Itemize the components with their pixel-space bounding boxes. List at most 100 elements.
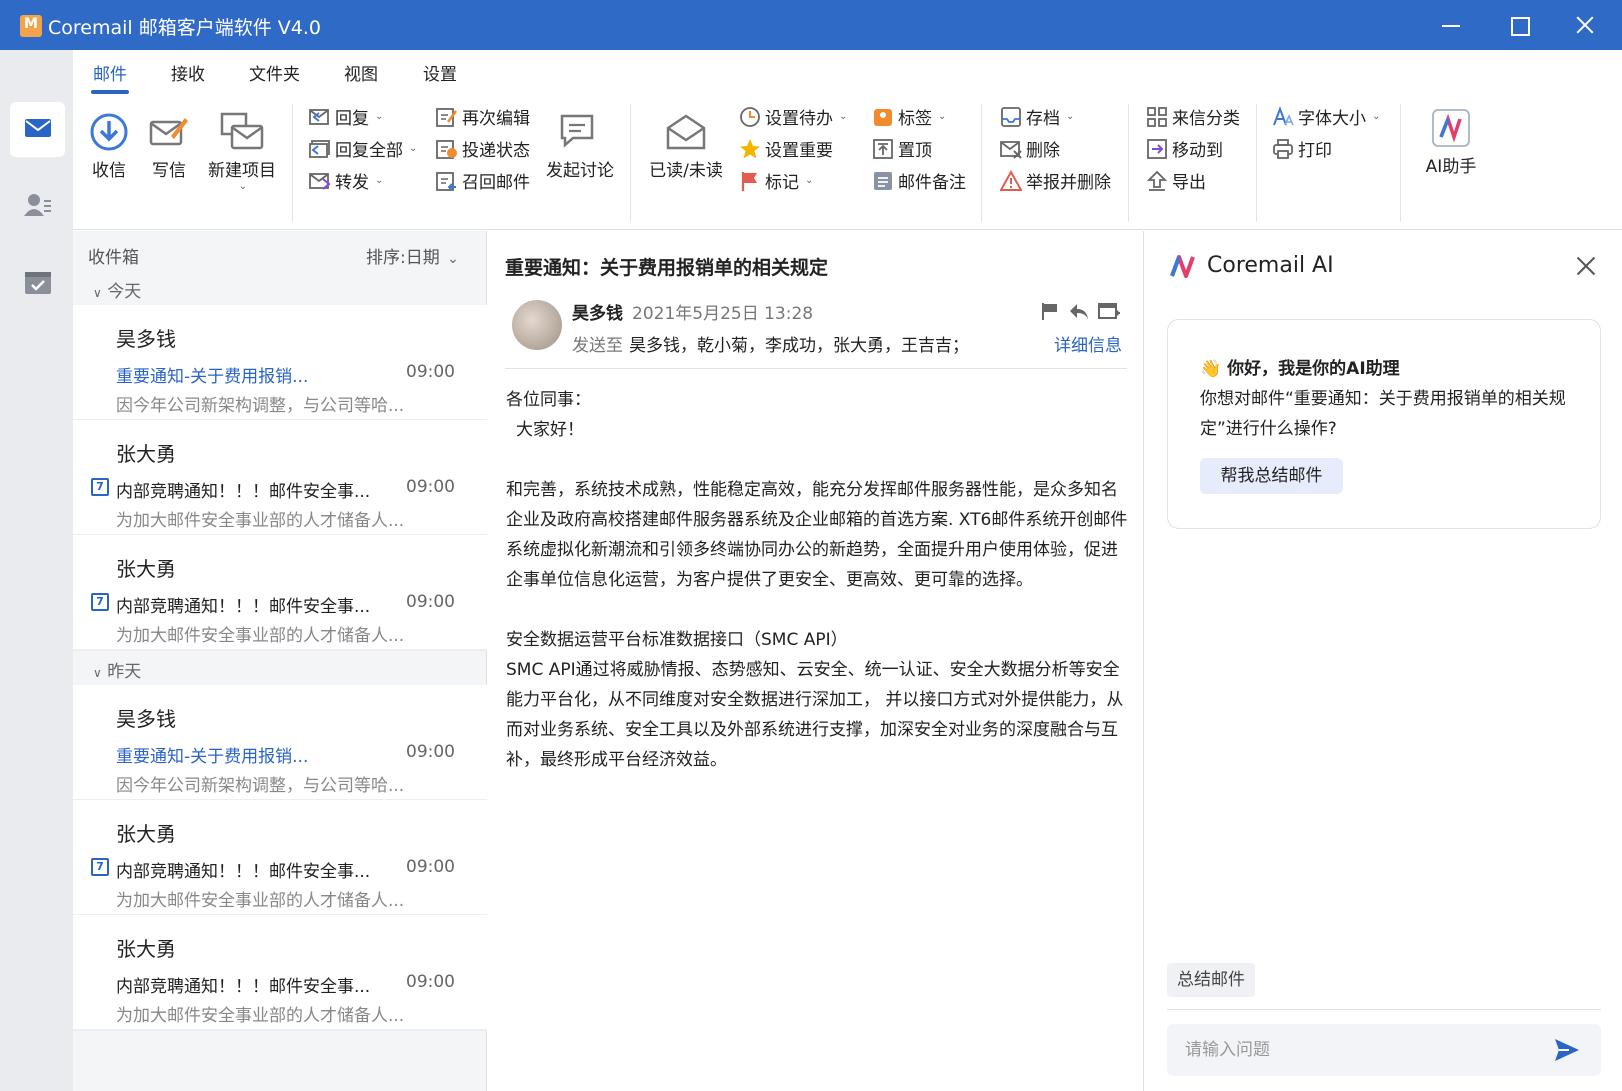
reply-arrow-icon[interactable] [1068, 301, 1090, 321]
report-delete-button[interactable]: 举报并删除 [1000, 168, 1111, 193]
set-important-button[interactable]: 设置重要 [739, 136, 833, 161]
export-label: 导出 [1172, 173, 1206, 193]
details-link[interactable]: 详细信息 [1054, 331, 1122, 356]
tag-button[interactable]: 标签 ⌄ [872, 104, 946, 129]
reply-dropdown-icon[interactable]: ⌄ [375, 111, 383, 122]
mail-item[interactable]: 昊多钱 重要通知-关于费用报销... 09:00 因今年公司新架构调整，与公司等… [73, 685, 487, 801]
clock-icon [740, 106, 760, 127]
archive-dropdown-icon[interactable]: ⌄ [1066, 111, 1074, 122]
close-ai-pane-button[interactable] [1573, 253, 1599, 279]
mail-subject: 内部竞聘通知！！！邮件安全事... [116, 862, 371, 882]
compose-button[interactable]: 写信 [149, 112, 189, 181]
new-item-button[interactable]: 新建项目 ⌄ [207, 112, 277, 192]
email-subject: 重要通知：关于费用报销单的相关规定 [505, 257, 829, 279]
move-to-button[interactable]: 移动到 [1146, 136, 1223, 161]
calendar-icon: 7 [91, 593, 109, 611]
nav-mail-button[interactable] [10, 102, 65, 157]
mail-item[interactable]: 张大勇 7 内部竞聘通知！！！邮件安全事... 09:00 为加大邮件安全事业部… [73, 420, 487, 536]
calendar-icon: 7 [91, 478, 109, 496]
new-window-icon[interactable] [1098, 301, 1120, 321]
flag-button[interactable]: 标记 ⌄ [739, 168, 813, 193]
ai-assistant-button[interactable]: AI助手 [1423, 108, 1479, 177]
tab-settings[interactable]: 设置 [423, 60, 457, 85]
summarize-chip[interactable]: 总结邮件 [1167, 963, 1255, 997]
mail-sender: 张大勇 [116, 822, 176, 846]
group-today[interactable]: ∨ 今天 [93, 277, 141, 302]
mail-item[interactable]: 昊多钱 重要通知-关于费用报销... 09:00 因今年公司新架构调整，与公司等… [73, 305, 487, 421]
read-unread-button[interactable]: 已读/未读 [646, 112, 726, 181]
ai-question-input[interactable] [1167, 1024, 1601, 1076]
mail-item[interactable]: 张大勇 7 内部竞聘通知！！！邮件安全事... 09:00 为加大邮件安全事业部… [73, 800, 487, 916]
new-item-dropdown-icon[interactable]: ⌄ [209, 181, 277, 192]
recall-button[interactable]: 召回邮件 [436, 168, 530, 193]
font-size-dropdown-icon[interactable]: ⌄ [1372, 111, 1380, 122]
ribbon-divider [1128, 104, 1129, 222]
flag-icon[interactable] [1040, 301, 1060, 321]
forward-dropdown-icon[interactable]: ⌄ [375, 175, 383, 186]
body-paragraph: SMC API通过将威胁情报、态势感知、云安全、统一认证、安全大数据分析等安全能… [506, 660, 1124, 770]
calendar-icon: 7 [91, 858, 109, 876]
group-yesterday[interactable]: ∨ 昨天 [93, 657, 141, 682]
mail-time: 09:00 [406, 857, 455, 877]
sort-label: 排序:日期 [366, 248, 440, 268]
reply-icon [309, 108, 329, 125]
new-item-icon [220, 112, 264, 150]
mail-icon [25, 119, 51, 137]
set-todo-dropdown-icon[interactable]: ⌄ [839, 111, 847, 122]
set-todo-button[interactable]: 设置待办 ⌄ [739, 104, 847, 129]
tab-mail[interactable]: 邮件 [91, 60, 129, 94]
mail-subject: 重要通知-关于费用报销... [116, 747, 309, 767]
font-size-button[interactable]: 字体大小 ⌄ [1272, 104, 1380, 129]
nav-contacts-button[interactable] [10, 178, 65, 233]
tag-dropdown-icon[interactable]: ⌄ [938, 111, 946, 122]
printer-icon [1273, 138, 1293, 159]
coremail-ai-logo-icon [1170, 255, 1195, 278]
delivery-status-icon [436, 139, 457, 159]
export-button[interactable]: 导出 [1146, 168, 1206, 193]
pin-button[interactable]: 置顶 [872, 136, 932, 161]
tab-receive[interactable]: 接收 [171, 60, 205, 85]
reply-all-dropdown-icon[interactable]: ⌄ [409, 143, 417, 154]
classify-button[interactable]: 来信分类 [1146, 104, 1240, 129]
email-from[interactable]: 昊多钱 [572, 299, 623, 324]
delete-button[interactable]: 删除 [1000, 136, 1060, 161]
pin-label: 置顶 [898, 141, 932, 161]
move-to-icon [1147, 138, 1167, 159]
tag-label: 标签 [898, 109, 932, 129]
ribbon-divider [1256, 104, 1257, 222]
flag-dropdown-icon[interactable]: ⌄ [805, 175, 813, 186]
summarize-mail-button[interactable]: 帮我总结邮件 [1200, 458, 1343, 494]
tab-view[interactable]: 视图 [344, 60, 378, 85]
chevron-down-icon: ⌄ [447, 251, 459, 267]
email-recipients: 发送至 昊多钱，乾小菊，李成功，张大勇，王吉吉； [572, 331, 969, 356]
reply-all-button[interactable]: 回复全部 ⌄ [309, 136, 417, 161]
sort-dropdown[interactable]: 排序:日期 ⌄ [366, 243, 459, 268]
mail-preview: 为加大邮件安全事业部的人才储备人... [116, 1006, 405, 1026]
print-button[interactable]: 打印 [1272, 136, 1332, 161]
re-edit-button[interactable]: 再次编辑 [436, 104, 530, 129]
mail-item[interactable]: 张大勇 内部竞聘通知！！！邮件安全事... 09:00 为加大邮件安全事业部的人… [73, 915, 487, 1031]
minimize-button[interactable] [1415, 0, 1485, 50]
envelope-open-icon [666, 114, 706, 150]
archive-button[interactable]: 存档 ⌄ [1000, 104, 1074, 129]
reply-button[interactable]: 回复 ⌄ [309, 104, 383, 129]
receive-button[interactable]: 收信 [89, 112, 129, 181]
ribbon-divider [1400, 104, 1401, 222]
mail-item[interactable]: 张大勇 7 内部竞聘通知！！！邮件安全事... 09:00 为加大邮件安全事业部… [73, 535, 487, 651]
mail-sender: 张大勇 [116, 557, 176, 581]
send-icon[interactable] [1553, 1036, 1581, 1064]
archive-icon [1001, 106, 1021, 127]
maximize-button[interactable] [1485, 0, 1555, 50]
avatar[interactable] [512, 300, 562, 350]
group-today-label: 今天 [107, 282, 142, 302]
close-window-button[interactable] [1552, 0, 1622, 50]
mail-preview: 因今年公司新架构调整，与公司等哈... [116, 776, 405, 796]
note-button[interactable]: 邮件备注 [872, 168, 966, 193]
ribbon-divider [292, 104, 293, 222]
delivery-status-button[interactable]: 投递状态 [436, 136, 530, 161]
nav-calendar-button[interactable] [10, 256, 65, 311]
tab-folder[interactable]: 文件夹 [249, 60, 300, 85]
receive-icon [90, 113, 128, 151]
discuss-button[interactable]: 发起讨论 [544, 112, 616, 181]
forward-button[interactable]: 转发 ⌄ [309, 168, 383, 193]
